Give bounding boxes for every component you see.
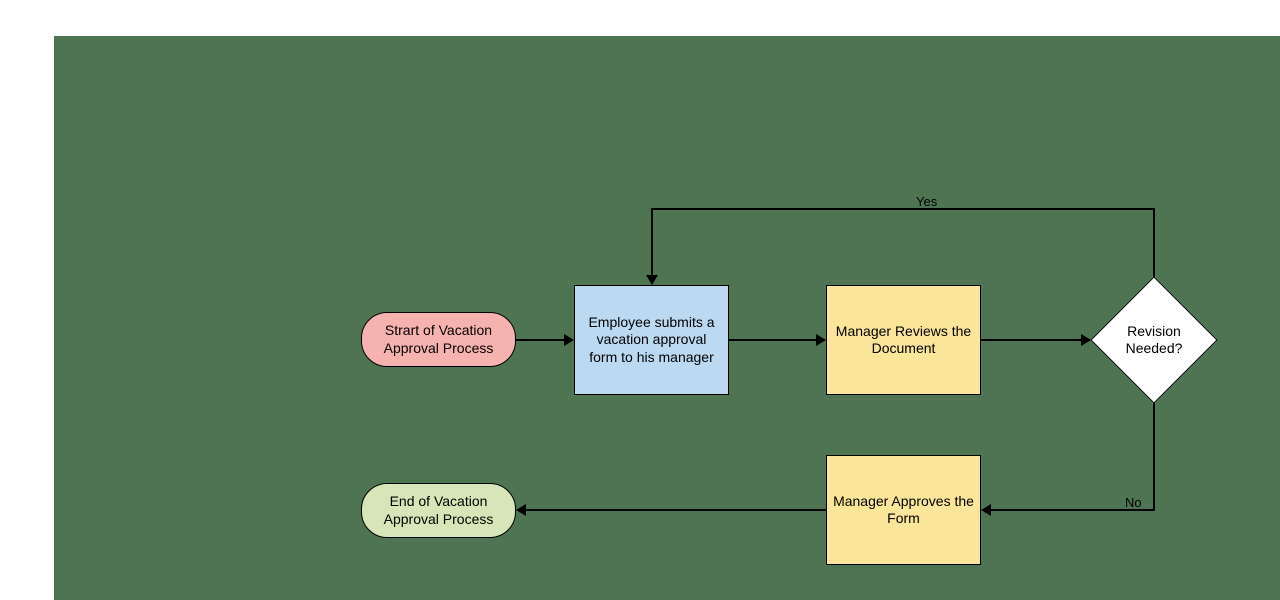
end-terminator: End of Vacation Approval Process <box>361 483 516 538</box>
arrow-yes <box>646 275 658 285</box>
edge-yes-up <box>1153 208 1155 277</box>
edge-yes-label: Yes <box>916 194 937 209</box>
arrow-approve-end <box>516 504 526 516</box>
start-label: Strart of Vacation Approval Process <box>368 322 509 357</box>
end-label: End of Vacation Approval Process <box>368 493 509 528</box>
edge-yes-left <box>651 208 1155 210</box>
review-process: Manager Reviews the Document <box>826 285 981 395</box>
edge-no-down <box>1153 403 1155 511</box>
edge-approve-end <box>526 509 826 511</box>
arrow-start-submit <box>564 334 574 346</box>
approve-process: Manager Approves the Form <box>826 455 981 565</box>
revision-decision: Revision Needed? <box>1109 295 1199 385</box>
edge-start-submit <box>516 339 564 341</box>
edge-yes-down <box>651 208 653 275</box>
arrow-submit-review <box>816 334 826 346</box>
edge-submit-review <box>729 339 816 341</box>
edge-review-decision <box>981 339 1083 341</box>
arrow-no <box>981 504 991 516</box>
decision-label: Revision Needed? <box>1109 295 1199 385</box>
approve-label: Manager Approves the Form <box>833 493 974 528</box>
submit-label: Employee submits a vacation approval for… <box>581 314 722 367</box>
arrow-review-decision <box>1081 334 1091 346</box>
flowchart-canvas: Strart of Vacation Approval Process Empl… <box>54 36 1280 600</box>
start-terminator: Strart of Vacation Approval Process <box>361 312 516 367</box>
edge-no-label: No <box>1125 495 1142 510</box>
submit-process: Employee submits a vacation approval for… <box>574 285 729 395</box>
review-label: Manager Reviews the Document <box>833 323 974 358</box>
